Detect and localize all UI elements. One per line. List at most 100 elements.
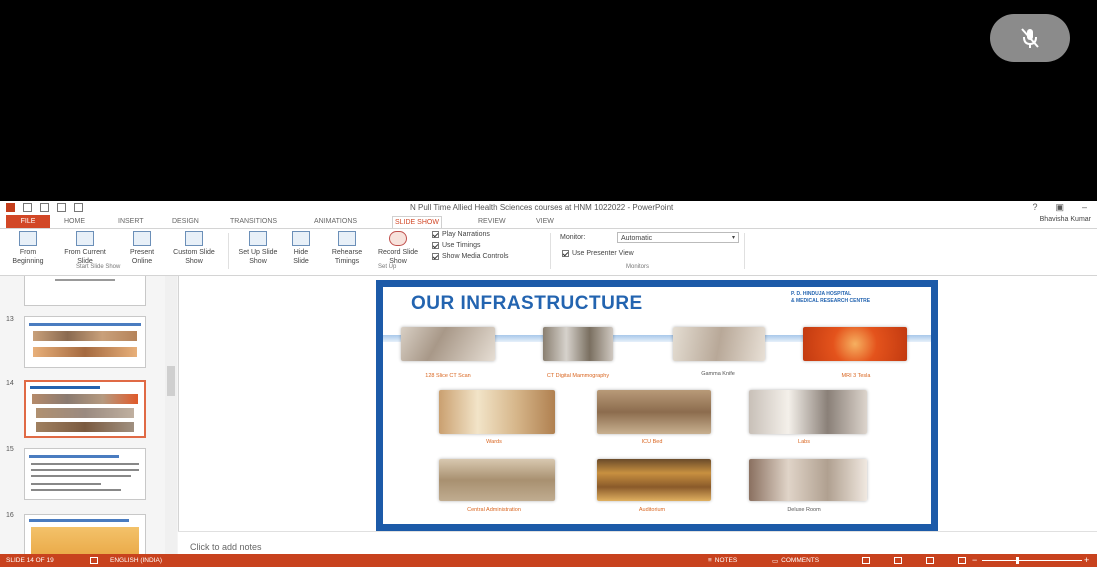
hospital-logo-text: P. D. HINDUJA HOSPITAL & MEDICAL RESEARC…: [791, 291, 870, 305]
normal-view-icon[interactable]: [862, 557, 870, 564]
present-online-button[interactable]: Present Online: [120, 231, 164, 266]
tab-animations[interactable]: ANIMATIONS: [312, 216, 359, 227]
labs-photo: [749, 390, 867, 434]
custom-slide-show-button[interactable]: Custom Slide Show: [164, 231, 224, 266]
gamma-knife-photo: [673, 327, 765, 361]
auditorium-photo: [597, 459, 711, 501]
central-administration-photo: [439, 459, 555, 501]
caption-labs: Labs: [798, 439, 810, 445]
comment-icon: ▭: [772, 558, 779, 565]
use-timings-checkbox[interactable]: Use Timings: [432, 242, 481, 249]
reading-view-icon[interactable]: [926, 557, 934, 564]
record-label: Record Slide Show: [377, 249, 419, 265]
notes-icon: ≡: [708, 557, 712, 564]
caption-mri: MRI 3 Tesla: [841, 373, 871, 379]
scrollbar-thumb[interactable]: [167, 366, 175, 396]
tab-transitions[interactable]: TRANSITIONS: [228, 216, 279, 227]
rehearse-timings-button[interactable]: Rehearse Timings: [324, 231, 370, 266]
tab-review[interactable]: REVIEW: [476, 216, 508, 227]
title-bar: N Pull Time Allied Health Sciences cours…: [0, 201, 1097, 215]
slide-number: 13: [6, 316, 14, 323]
slide-canvas[interactable]: OUR INFRASTRUCTURE P. D. HINDUJA HOSPITA…: [376, 280, 938, 531]
caption-ct-scan: 128 Slice CT Scan: [425, 373, 471, 379]
notes-placeholder: Click to add notes: [190, 542, 262, 552]
slide-sorter-icon[interactable]: [894, 557, 902, 564]
ribbon-display-button[interactable]: ▣: [1055, 202, 1064, 213]
comments-toggle[interactable]: ▭ COMMENTS: [772, 557, 819, 565]
tab-file[interactable]: FILE: [6, 215, 50, 228]
slide-thumbnail[interactable]: [24, 514, 146, 554]
caption-auditorium: Auditorium: [638, 507, 666, 513]
slide-number: 16: [6, 512, 14, 519]
set-up-slide-show-button[interactable]: Set Up Slide Show: [232, 231, 284, 266]
user-name[interactable]: Bhavisha Kumar: [1040, 216, 1091, 223]
save-icon[interactable]: [23, 203, 32, 212]
start-from-beginning-icon[interactable]: [74, 203, 83, 212]
monitor-label: Monitor:: [560, 234, 586, 241]
mute-button[interactable]: [990, 14, 1070, 62]
record-slide-show-button[interactable]: Record Slide Show: [370, 231, 426, 266]
from-current-label: From Current Slide: [64, 249, 106, 265]
spelling-icon[interactable]: [90, 557, 98, 564]
zoom-slider[interactable]: [982, 560, 1082, 561]
use-presenter-view-checkbox[interactable]: Use Presenter View: [562, 250, 634, 257]
caption-central-administration: Central Administration: [467, 507, 521, 513]
status-bar: SLIDE 14 OF 19 ENGLISH (INDIA) ≡ NOTES ▭ C…: [0, 554, 1097, 567]
from-current-slide-button[interactable]: From Current Slide: [56, 231, 114, 266]
language-indicator[interactable]: ENGLISH (INDIA): [110, 557, 162, 564]
minimize-button[interactable]: –: [1082, 202, 1087, 213]
tab-home[interactable]: HOME: [62, 216, 87, 227]
tab-slide-show[interactable]: SLIDE SHOW: [392, 216, 442, 228]
slide-thumbnail[interactable]: [24, 316, 146, 368]
zoom-out-icon[interactable]: −: [972, 555, 977, 565]
icu-bed-photo: [597, 390, 711, 434]
hide-slide-button[interactable]: Hide Slide: [286, 231, 316, 266]
custom-show-icon: [185, 231, 203, 246]
mic-off-icon: [1021, 28, 1039, 48]
notes-pane[interactable]: Click to add notes: [178, 531, 1097, 555]
slide-counter: SLIDE 14 OF 19: [6, 557, 54, 564]
wards-photo: [439, 390, 555, 434]
caption-wards: Wards: [486, 439, 502, 445]
notes-label: NOTES: [714, 557, 738, 564]
tab-design[interactable]: DESIGN: [170, 216, 201, 227]
slide-thumbnail[interactable]: [24, 448, 146, 500]
checkbox-icon: [562, 250, 569, 257]
slide-show-icon[interactable]: [958, 557, 966, 564]
ribbon-tabs: FILE HOME INSERT DESIGN TRANSITIONS ANIM…: [0, 215, 1097, 229]
from-beginning-button[interactable]: From Beginning: [6, 231, 50, 266]
undo-icon[interactable]: [40, 203, 49, 212]
slide-content: OUR INFRASTRUCTURE P. D. HINDUJA HOSPITA…: [383, 287, 931, 524]
tab-view[interactable]: VIEW: [534, 216, 556, 227]
show-media-controls-checkbox[interactable]: Show Media Controls: [432, 253, 509, 260]
zoom-slider-handle[interactable]: [1016, 557, 1019, 564]
caption-gamma-knife: Gamma Knife: [701, 371, 735, 377]
divider: [550, 233, 551, 269]
notes-toggle[interactable]: ≡ NOTES: [708, 557, 737, 564]
checkbox-icon: [432, 242, 439, 249]
help-button[interactable]: ?: [1032, 202, 1037, 213]
slide-thumbnails-pane: 13 14 15 16: [0, 276, 179, 554]
monitor-select[interactable]: Automatic ▾: [617, 232, 739, 243]
tab-insert[interactable]: INSERT: [116, 216, 146, 227]
slide-number: 14: [6, 380, 14, 387]
group-set-up: Set Up: [378, 264, 397, 270]
timer-icon: [338, 231, 356, 246]
group-start-slide-show: Start Slide Show: [76, 264, 121, 270]
present-online-icon: [133, 231, 151, 246]
redo-icon[interactable]: [57, 203, 66, 212]
hide-slide-icon: [292, 231, 310, 246]
quick-access-toolbar: [6, 203, 83, 212]
hide-slide-label: Hide Slide: [293, 249, 309, 265]
presenter-view-label: Use Presenter View: [572, 250, 634, 257]
use-timings-label: Use Timings: [442, 242, 481, 249]
slide-title: OUR INFRASTRUCTURE: [411, 293, 643, 314]
thumbnails-scrollbar[interactable]: [165, 276, 177, 554]
play-narrations-checkbox[interactable]: Play Narrations: [432, 231, 490, 238]
zoom-in-icon[interactable]: +: [1084, 555, 1089, 565]
checkbox-icon: [432, 231, 439, 238]
slide-thumbnail[interactable]: [24, 276, 146, 306]
present-online-label: Present Online: [129, 249, 155, 265]
hospital-subtitle: & MEDICAL RESEARCH CENTRE: [791, 298, 871, 304]
slide-thumbnail-selected[interactable]: [24, 380, 146, 438]
